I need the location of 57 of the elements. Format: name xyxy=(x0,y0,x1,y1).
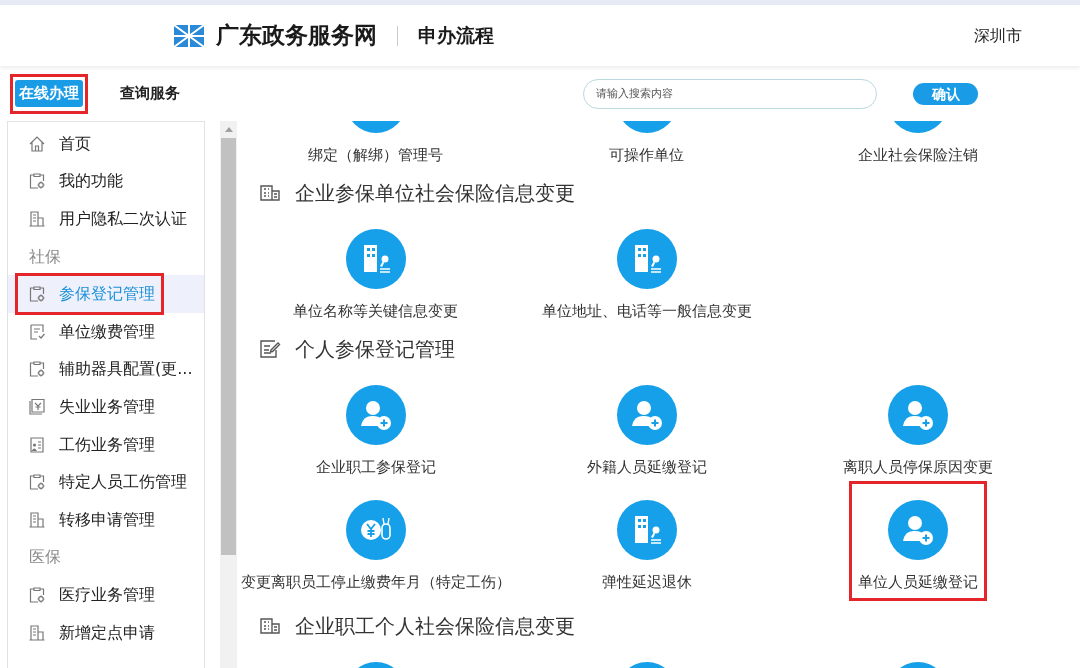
service-label[interactable]: 外籍人员延缴登记 xyxy=(586,457,707,477)
section-heading: 企业职工个人社会保险信息变更 xyxy=(295,613,575,640)
building-icon xyxy=(28,210,46,228)
service-label[interactable]: 企业职工参保登记 xyxy=(315,457,436,477)
service-label[interactable]: 单位地址、电话等一般信息变更 xyxy=(541,301,752,321)
sidebar-item[interactable]: 特定人员工伤管理 xyxy=(18,464,193,501)
building-key-icon[interactable] xyxy=(345,229,406,289)
person-plus-icon[interactable] xyxy=(616,385,677,445)
clipboard-gear-icon xyxy=(28,360,46,379)
clipboard-gear-icon xyxy=(28,285,46,304)
section-heading: 个人参保登记管理 xyxy=(295,336,455,363)
sidebar-item[interactable]: 辅助器具配置(更... xyxy=(18,351,199,388)
service-label[interactable]: 离职人员停保原因变更 xyxy=(842,457,993,477)
nav-tab[interactable]: 查询服务 xyxy=(120,82,180,105)
site-title: 广东政务服务网 xyxy=(216,21,377,51)
person-plus-icon[interactable] xyxy=(345,385,406,445)
building-key-icon[interactable] xyxy=(616,229,677,289)
service-label[interactable]: 变更离职员工停止缴费年月（特定工伤） xyxy=(240,572,511,592)
service-label[interactable]: 单位人员延缴登记 xyxy=(857,572,978,592)
edit-note-icon xyxy=(259,338,281,360)
logo-icon xyxy=(172,22,206,49)
sidebar-item[interactable]: 单位缴费管理 xyxy=(18,313,161,350)
building-icon xyxy=(259,615,281,637)
clipboard-gear-icon xyxy=(28,585,46,604)
sidebar-item[interactable]: 首页 xyxy=(18,125,97,162)
sidebar-item[interactable]: 失业业务管理 xyxy=(18,388,161,425)
money-tag-icon[interactable] xyxy=(345,500,406,560)
sidebar-item[interactable]: 我的功能 xyxy=(18,163,129,200)
service-label[interactable]: 弹性延迟退休 xyxy=(601,572,692,592)
service-label[interactable]: 绑定（解绑）管理号 xyxy=(308,145,443,165)
person-plus-icon[interactable] xyxy=(887,500,948,560)
building-key-icon[interactable] xyxy=(616,500,677,560)
sidebar-item[interactable]: 新增定点申请 xyxy=(18,614,161,651)
page-title: 申办流程 xyxy=(418,23,494,49)
sidebar-group-label: 社保 xyxy=(29,245,61,268)
person-plus-icon[interactable] xyxy=(887,385,948,445)
service-label[interactable]: 可操作单位 xyxy=(609,145,684,165)
id-card-icon xyxy=(28,435,46,454)
building-icon xyxy=(259,182,281,204)
sidebar-item[interactable]: 转移申请管理 xyxy=(18,501,161,538)
sidebar-item[interactable]: 工伤业务管理 xyxy=(18,426,161,463)
section-heading: 企业参保单位社会保险信息变更 xyxy=(295,180,575,207)
sidebar-item[interactable]: 医疗业务管理 xyxy=(18,576,161,613)
sidebar-group-label: 医保 xyxy=(29,546,61,569)
service-label[interactable]: 企业社会保险注销 xyxy=(857,145,978,165)
scrollbar-thumb[interactable] xyxy=(221,138,236,555)
money-document-icon xyxy=(28,397,46,416)
sidebar-item[interactable]: 用户隐私二次认证 xyxy=(18,201,193,237)
location-text: 深圳市 xyxy=(974,24,1022,47)
service-label[interactable]: 单位名称等关键信息变更 xyxy=(293,301,458,321)
invoice-icon xyxy=(28,322,46,341)
search-field[interactable]: 请输入搜索内容 xyxy=(583,78,877,109)
home-icon xyxy=(28,134,46,153)
clipboard-gear-icon xyxy=(28,473,46,492)
clipboard-gear-icon xyxy=(28,172,46,191)
building-icon xyxy=(28,510,46,529)
building-icon xyxy=(28,623,46,642)
